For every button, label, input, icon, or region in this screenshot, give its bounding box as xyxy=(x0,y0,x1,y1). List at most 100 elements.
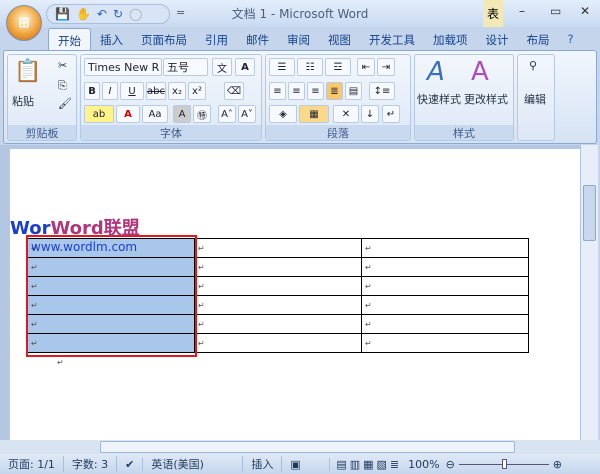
distributed-icon[interactable]: ▤ xyxy=(345,82,362,100)
table-cell[interactable]: ↵ xyxy=(361,257,529,277)
table-cell[interactable]: ↵ xyxy=(194,333,362,353)
language[interactable]: 英语(美国) xyxy=(143,456,244,472)
editing-button[interactable]: 编辑 xyxy=(524,91,546,107)
quick-styles-icon[interactable]: A xyxy=(427,57,445,87)
justify-icon[interactable]: ≣ xyxy=(326,82,343,100)
tab-layout[interactable]: 布局 xyxy=(518,28,559,50)
view-buttons[interactable]: ▤▥▦▧≣ xyxy=(330,458,408,471)
help-icon[interactable]: ? xyxy=(559,28,583,50)
align-center-icon[interactable]: ≡ xyxy=(288,82,305,100)
paragraph-mark: ↵ xyxy=(57,358,64,367)
tab-view[interactable]: 视图 xyxy=(319,28,360,50)
window-title: 文档 1 - Microsoft Word xyxy=(231,7,369,21)
table-cell[interactable]: ↵ xyxy=(194,295,362,315)
table-cell[interactable]: ↵ xyxy=(361,333,529,353)
table-cell[interactable]: ↵ xyxy=(361,295,529,315)
phonetic-guide-icon[interactable]: 文 xyxy=(212,58,232,76)
tab-developer[interactable]: 开发工具 xyxy=(360,28,424,50)
table-cell[interactable]: ↵ xyxy=(361,314,529,334)
zoom-level[interactable]: 100% xyxy=(408,458,439,471)
tab-design[interactable]: 设计 xyxy=(477,28,518,50)
paragraph-label: 段落 xyxy=(266,125,410,140)
copy-icon[interactable]: ⎘ xyxy=(58,79,67,93)
tab-add-ins[interactable]: 加载项 xyxy=(424,28,477,50)
sort-icon[interactable]: ↓ xyxy=(361,105,379,123)
page-count[interactable]: 页面: 1/1 xyxy=(0,456,64,472)
find-binoculars-icon[interactable]: ⚲ xyxy=(529,59,537,72)
borders-icon[interactable]: ▦ xyxy=(299,105,329,123)
table-cell[interactable]: ↵ xyxy=(194,276,362,296)
table-cell[interactable]: ↵ xyxy=(361,238,529,258)
tab-home[interactable]: 开始 xyxy=(48,28,91,50)
change-case-button[interactable]: Aa xyxy=(142,105,168,123)
clear-format-icon[interactable]: ⌫ xyxy=(224,82,244,100)
increase-indent-icon[interactable]: ⇥ xyxy=(377,58,395,76)
macro-record-icon[interactable]: ▣ xyxy=(282,457,331,471)
shrink-font-button[interactable]: A˅ xyxy=(238,105,256,123)
scroll-thumb[interactable] xyxy=(583,185,596,241)
numbering-icon[interactable]: ☷ xyxy=(297,58,323,76)
paragraph-group: ☰ ☷ ☲ ⇤ ⇥ ≡ ≡ ≡ ≣ ▤ ↕≡ ◈ ▦ ✕ ↓ ↵ 段落 xyxy=(265,54,411,141)
ribbon-tabs: 开始 插入 页面布局 引用 邮件 审阅 视图 开发工具 加载项 设计 布局 ? xyxy=(0,27,600,50)
decrease-indent-icon[interactable]: ⇤ xyxy=(357,58,375,76)
grow-font-button[interactable]: A˄ xyxy=(218,105,236,123)
paste-button[interactable]: 粘贴 xyxy=(12,93,34,109)
line-spacing-icon[interactable]: ↕≡ xyxy=(369,82,395,100)
tab-insert[interactable]: 插入 xyxy=(91,28,132,50)
font-color-button[interactable]: A xyxy=(116,105,140,123)
char-shading-icon[interactable]: A xyxy=(173,105,191,123)
change-styles-icon[interactable]: A xyxy=(471,57,489,87)
clipboard-label: 剪贴板 xyxy=(8,125,76,140)
office-button[interactable]: ⊞ xyxy=(6,5,42,41)
table-cell[interactable]: ↵ xyxy=(361,276,529,296)
styles-group: A A 快速样式 更改样式 样式 xyxy=(414,54,514,141)
table-cell[interactable]: ↵ xyxy=(194,314,362,334)
maximize-button[interactable]: ▭ xyxy=(550,4,561,18)
zoom-in-icon[interactable]: ⊕ xyxy=(553,458,562,471)
subscript-button[interactable]: x₂ xyxy=(168,82,186,100)
multilevel-list-icon[interactable]: ☲ xyxy=(325,58,351,76)
vertical-scrollbar[interactable] xyxy=(580,145,598,440)
proofing-icon[interactable]: ✔ xyxy=(117,457,144,471)
ribbon: 📋 粘贴 ✂ ⎘ 🖌 剪贴板 Times New R 五号 文 A B I U … xyxy=(3,50,597,144)
font-size-select[interactable]: 五号 xyxy=(163,58,208,76)
table-cell[interactable]: ↵ xyxy=(194,238,362,258)
zoom-slider[interactable] xyxy=(458,458,549,469)
close-button[interactable]: ✕ xyxy=(580,4,590,18)
word-count[interactable]: 字数: 3 xyxy=(64,456,118,472)
font-name-select[interactable]: Times New R xyxy=(84,58,162,76)
zoom-out-icon[interactable]: ⊖ xyxy=(446,458,455,471)
tab-review[interactable]: 审阅 xyxy=(278,28,319,50)
italic-button[interactable]: I xyxy=(102,82,118,100)
font-label: 字体 xyxy=(81,125,261,140)
horizontal-scrollbar[interactable] xyxy=(0,440,600,454)
styles-label: 样式 xyxy=(415,125,513,140)
chinese-layout-icon[interactable]: ✕ xyxy=(333,105,359,123)
tab-references[interactable]: 引用 xyxy=(196,28,237,50)
font-group: Times New R 五号 文 A B I U abc x₂ x² ⌫ ab … xyxy=(80,54,262,141)
minimize-button[interactable]: – xyxy=(519,4,525,18)
underline-button[interactable]: U xyxy=(120,82,144,100)
bold-button[interactable]: B xyxy=(84,82,100,100)
insert-mode[interactable]: 插入 xyxy=(243,456,283,472)
align-right-icon[interactable]: ≡ xyxy=(307,82,324,100)
strikethrough-button[interactable]: abc xyxy=(146,82,166,100)
shading-icon[interactable]: ◈ xyxy=(269,105,297,123)
tab-mailings[interactable]: 邮件 xyxy=(237,28,278,50)
align-left-icon[interactable]: ≡ xyxy=(269,82,286,100)
h-scroll-thumb[interactable] xyxy=(100,441,515,453)
cut-icon[interactable]: ✂ xyxy=(58,59,67,72)
show-marks-icon[interactable]: ↵ xyxy=(382,105,400,123)
table-tools-context-tab: 表 xyxy=(483,0,503,27)
bullets-icon[interactable]: ☰ xyxy=(269,58,295,76)
char-border-icon[interactable]: A xyxy=(235,58,255,76)
tab-page-layout[interactable]: 页面布局 xyxy=(132,28,196,50)
superscript-button[interactable]: x² xyxy=(188,82,206,100)
enclose-char-icon[interactable]: ㊕ xyxy=(193,105,211,123)
paste-icon[interactable]: 📋 xyxy=(14,59,41,84)
quick-styles-button[interactable]: 快速样式 xyxy=(417,91,461,107)
highlight-icon[interactable]: ab xyxy=(84,105,114,123)
table-cell[interactable]: ↵ xyxy=(194,257,362,277)
format-painter-icon[interactable]: 🖌 xyxy=(58,97,72,110)
change-styles-button[interactable]: 更改样式 xyxy=(464,91,508,107)
